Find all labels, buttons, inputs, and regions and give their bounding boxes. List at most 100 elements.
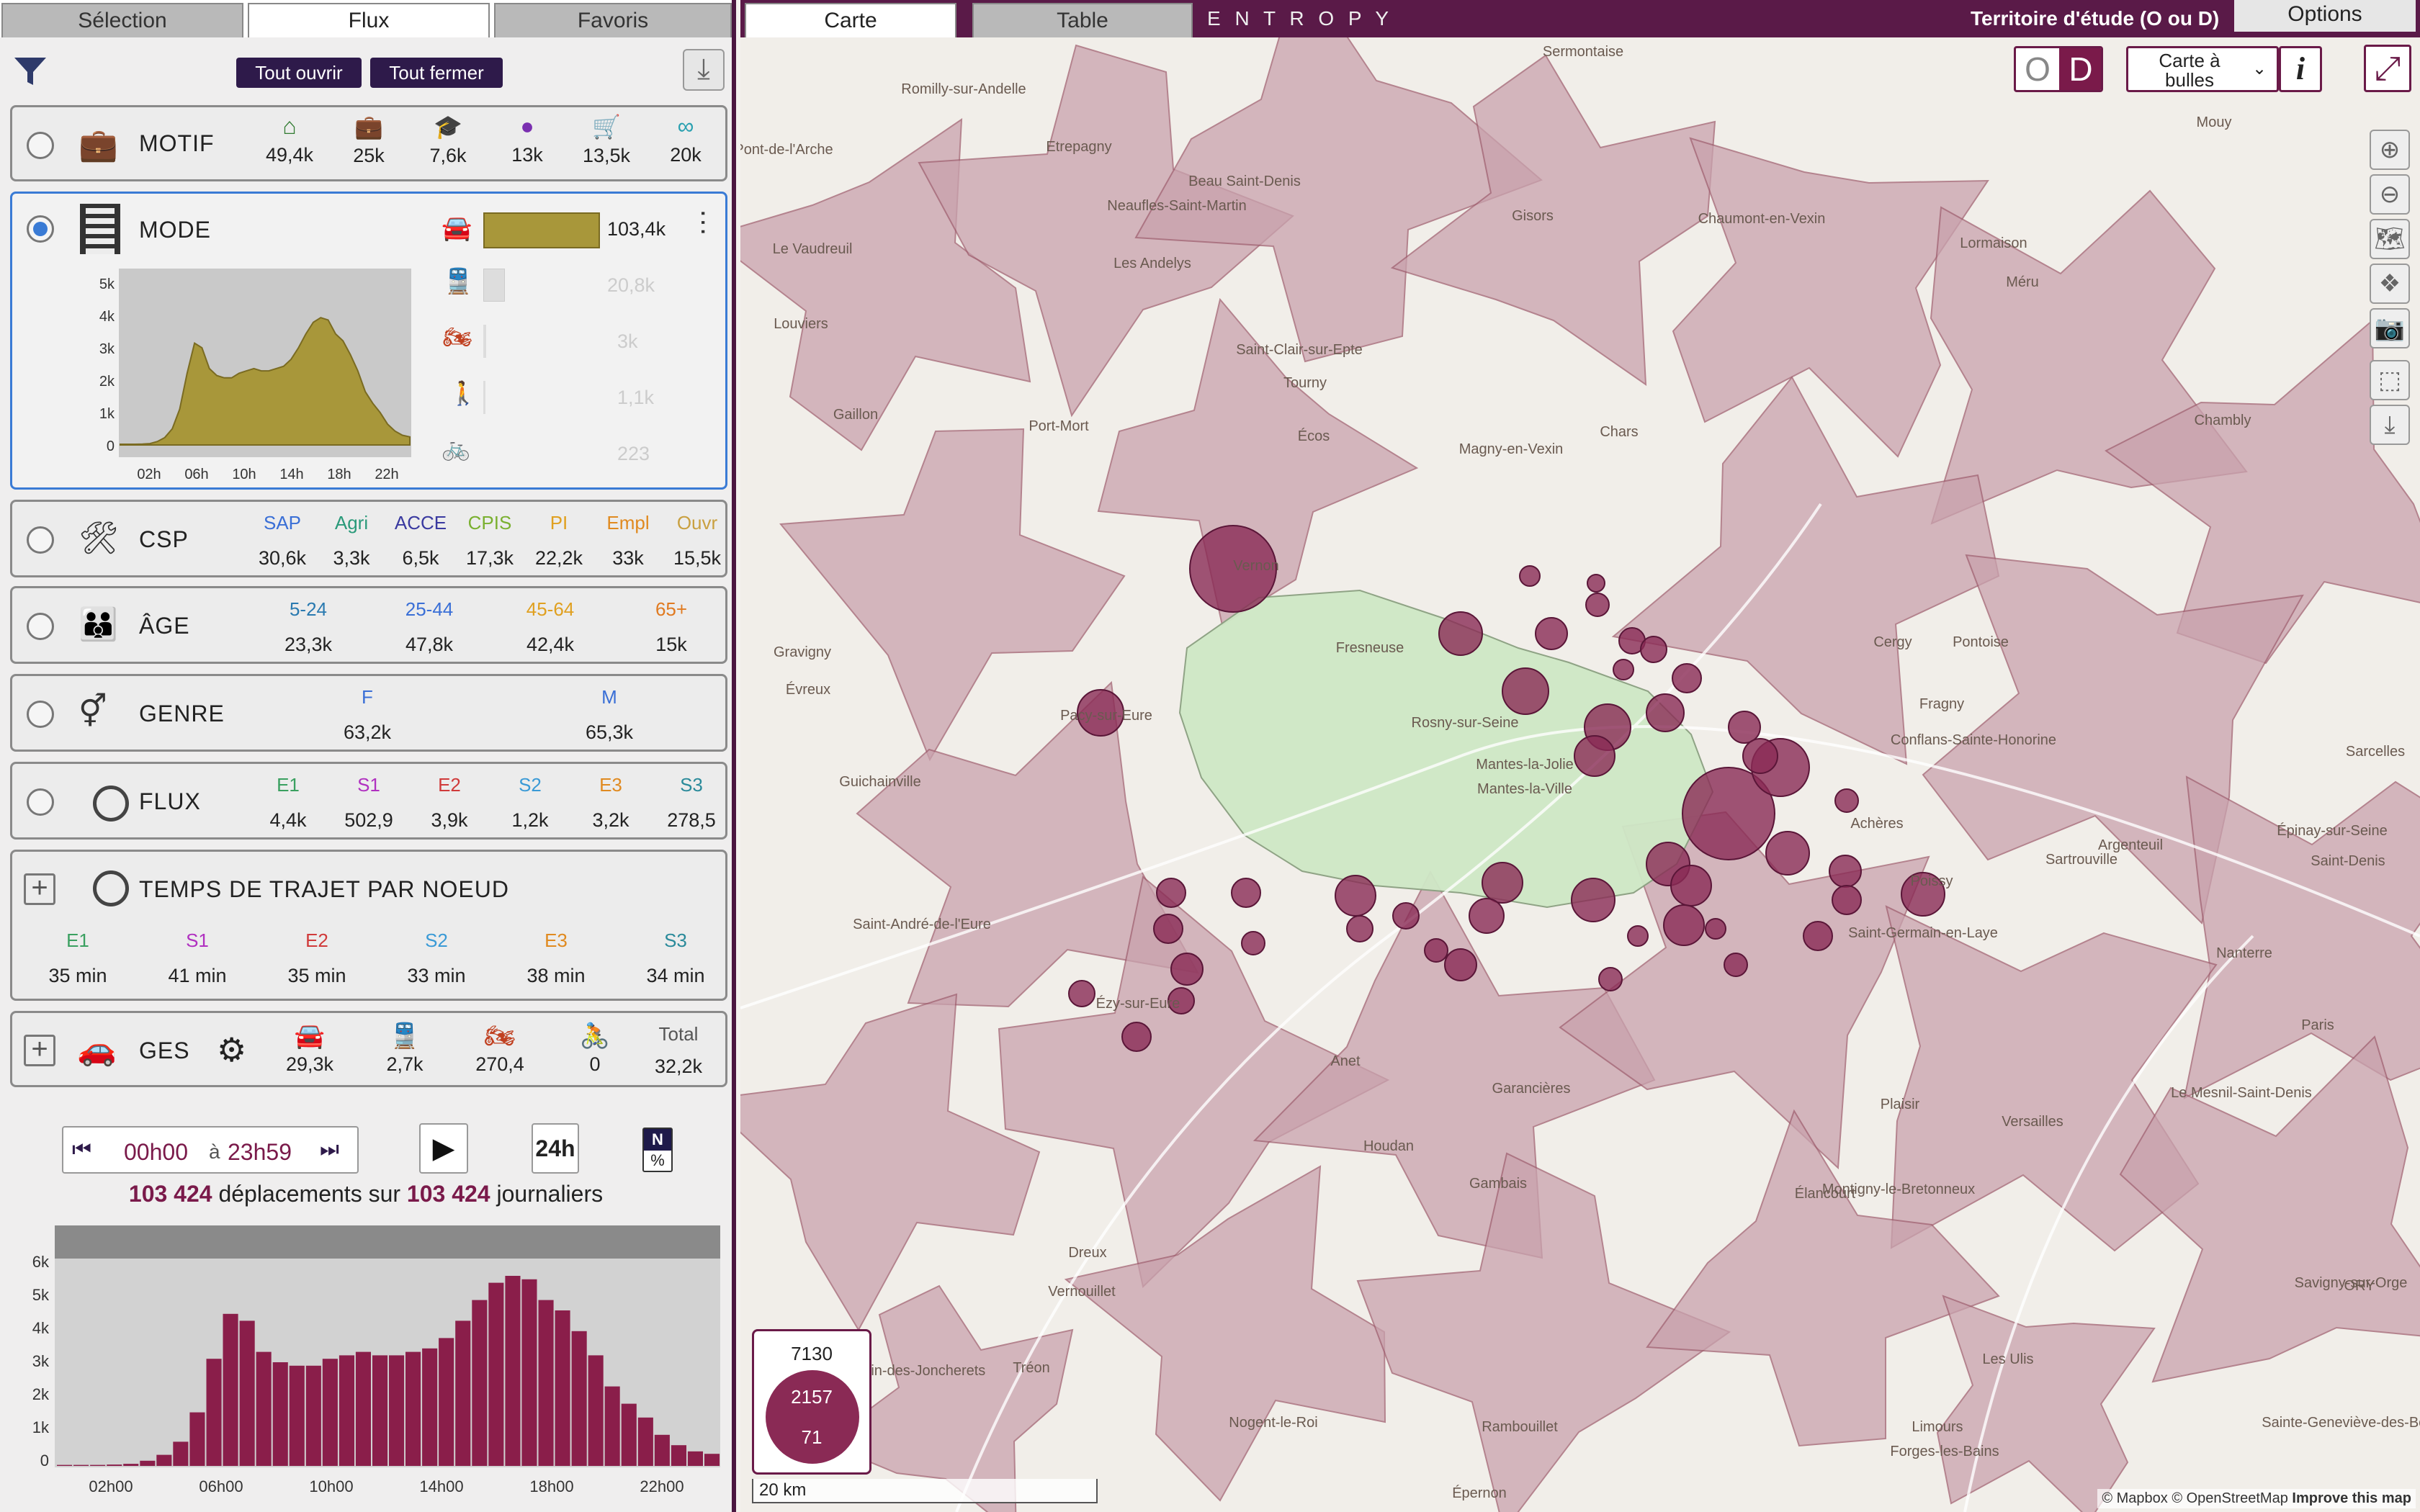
tab-flux[interactable]: Flux xyxy=(248,3,490,37)
gear-icon[interactable]: ⚙ xyxy=(217,1030,246,1069)
flow-bubble[interactable] xyxy=(1241,931,1265,955)
histogram-bar[interactable] xyxy=(57,1464,73,1466)
map-download-button[interactable]: ⤓ xyxy=(2370,405,2410,445)
histogram-bar[interactable] xyxy=(223,1313,238,1466)
flow-bubble[interactable] xyxy=(1571,878,1615,922)
age-col[interactable]: 65+ 15k xyxy=(632,598,711,656)
csp-col[interactable]: PI 22,2k xyxy=(519,512,599,570)
csp-col[interactable]: Ouvr 15,5k xyxy=(658,512,732,570)
histogram-bar[interactable] xyxy=(90,1464,106,1466)
flux-col[interactable]: E1 4,4k xyxy=(248,774,328,832)
flow-bubble[interactable] xyxy=(1640,636,1667,663)
layers-button[interactable]: ❖ xyxy=(2370,264,2410,304)
flow-bubble[interactable] xyxy=(1765,831,1810,876)
skip-forward-icon[interactable]: ⏭ xyxy=(320,1138,339,1162)
flow-bubble[interactable] xyxy=(1832,885,1862,915)
flow-bubble[interactable] xyxy=(1742,738,1778,774)
histogram-bar[interactable] xyxy=(156,1454,172,1466)
flow-bubble[interactable] xyxy=(1670,865,1712,906)
histogram-bar[interactable] xyxy=(488,1282,504,1466)
age-col[interactable]: 25-44 47,8k xyxy=(390,598,469,656)
histogram-bar[interactable] xyxy=(621,1403,637,1466)
flow-bubble[interactable] xyxy=(1469,898,1505,934)
flow-bubble[interactable] xyxy=(1574,735,1615,777)
motif-col[interactable]: ⌂ 49,4k xyxy=(250,113,329,166)
age-col[interactable]: 5-24 23,3k xyxy=(269,598,348,656)
flow-bubble[interactable] xyxy=(1438,611,1483,656)
temps-col[interactable]: S2 33 min xyxy=(397,930,476,987)
n-percent-toggle[interactable]: N % xyxy=(642,1128,673,1172)
genre-col[interactable]: M 65,3k xyxy=(570,686,649,744)
histogram-bar[interactable] xyxy=(372,1355,388,1466)
histogram-bar[interactable] xyxy=(538,1300,554,1466)
histogram-bar[interactable] xyxy=(107,1464,122,1466)
zoom-in-button[interactable]: ⊕ xyxy=(2370,130,2410,170)
flow-bubble[interactable] xyxy=(1587,574,1605,593)
flow-bubble[interactable] xyxy=(1646,693,1685,732)
histogram-bar[interactable] xyxy=(704,1454,720,1466)
histogram-bar[interactable] xyxy=(389,1355,405,1466)
flow-bubble[interactable] xyxy=(1535,617,1568,650)
tab-favoris[interactable]: Favoris xyxy=(494,3,732,37)
flow-bubble[interactable] xyxy=(1803,921,1833,951)
histogram-bar[interactable] xyxy=(289,1365,305,1466)
temps-col[interactable]: E1 35 min xyxy=(38,930,117,987)
flow-bubble[interactable] xyxy=(1705,918,1726,940)
csp-col[interactable]: Empl 33k xyxy=(588,512,668,570)
map-type-select[interactable]: Carte à bulles ⌄ xyxy=(2126,46,2279,92)
csp-col[interactable]: SAP 30,6k xyxy=(243,512,322,570)
histogram-range-bar[interactable] xyxy=(55,1225,720,1259)
o-button[interactable]: O xyxy=(2016,48,2059,90)
hourly-histogram[interactable]: 6k 5k 4k 3k 2k 1k 0 02h00 06h00 10h00 14h00 18h00 2… xyxy=(0,1221,732,1512)
mode-menu-icon[interactable]: … xyxy=(695,208,727,237)
radio-csp[interactable] xyxy=(27,526,54,554)
time-end[interactable]: 23h59 xyxy=(228,1139,292,1166)
panel-mode[interactable]: MODE 5k 4k 3k 2k 1k 0 02h 06h 10h 14h 18h 22h 🚘 10… xyxy=(10,192,727,490)
histogram-bar[interactable] xyxy=(521,1279,537,1466)
info-button[interactable]: i xyxy=(2279,46,2322,92)
time-range-control[interactable]: ⏮ 00h00 à 23h59 ⏭ xyxy=(62,1126,359,1174)
flux-col[interactable]: S2 1,2k xyxy=(490,774,570,832)
zoom-out-button[interactable]: ⊖ xyxy=(2370,174,2410,215)
motif-col[interactable]: 🎓 7,6k xyxy=(408,113,488,167)
age-col[interactable]: 45-64 42,4k xyxy=(511,598,590,656)
histogram-bar[interactable] xyxy=(505,1276,521,1466)
histogram-bar[interactable] xyxy=(189,1412,205,1466)
flow-bubble[interactable] xyxy=(1519,565,1541,587)
radio-flux[interactable] xyxy=(27,788,54,816)
histogram-bar[interactable] xyxy=(604,1386,620,1466)
flow-bubble[interactable] xyxy=(1444,948,1477,981)
histogram-bar[interactable] xyxy=(637,1417,653,1466)
h24-button[interactable]: 24h xyxy=(532,1123,579,1174)
flow-bubble[interactable] xyxy=(1482,862,1523,904)
flow-bubble[interactable] xyxy=(1834,788,1859,813)
histogram-bar[interactable] xyxy=(305,1365,321,1466)
screenshot-button[interactable]: 📷 xyxy=(2370,308,2410,348)
options-button[interactable]: Options xyxy=(2234,0,2416,32)
panel-genre[interactable]: ⚥ GENRE F 63,2k M 65,3k xyxy=(10,674,727,752)
histogram-bar[interactable] xyxy=(671,1445,686,1466)
csp-col[interactable]: CPIS 17,3k xyxy=(450,512,529,570)
flow-bubble[interactable] xyxy=(1424,938,1448,963)
radio-mode[interactable] xyxy=(27,215,54,243)
histogram-bar[interactable] xyxy=(455,1320,471,1466)
histogram-bar[interactable] xyxy=(239,1320,255,1466)
skip-back-icon[interactable]: ⏮ xyxy=(72,1138,91,1162)
histogram-bar[interactable] xyxy=(687,1451,703,1466)
fullscreen-button[interactable]: ⤢ xyxy=(2364,45,2411,92)
temps-col[interactable]: E2 35 min xyxy=(277,930,357,987)
flow-bubble[interactable] xyxy=(1598,967,1623,991)
panel-temps[interactable]: + TEMPS DE TRAJET PAR NOEUD E1 35 min S1 41… xyxy=(10,850,727,1001)
map-canvas[interactable]: Sermontaise Romilly-sur-Andelle Pont-de-l'… xyxy=(740,0,2420,1512)
motif-col[interactable]: 🛒 13,5k xyxy=(567,113,646,167)
flow-bubble[interactable] xyxy=(1613,659,1634,680)
flow-bubble[interactable] xyxy=(1585,593,1610,617)
flow-bubble[interactable] xyxy=(1728,711,1761,744)
histogram-bar[interactable] xyxy=(73,1464,89,1466)
panel-csp[interactable]: 🛠 CSP SAP 30,6k Agri 3,3k ACCE 6,5k CPIS 17,3k P… xyxy=(10,500,727,577)
od-toggle[interactable]: O D xyxy=(2014,46,2103,92)
histogram-bar[interactable] xyxy=(322,1359,338,1466)
histogram-bar[interactable] xyxy=(272,1362,288,1466)
play-button[interactable]: ▶ xyxy=(419,1123,468,1174)
histogram-bar[interactable] xyxy=(206,1359,222,1466)
